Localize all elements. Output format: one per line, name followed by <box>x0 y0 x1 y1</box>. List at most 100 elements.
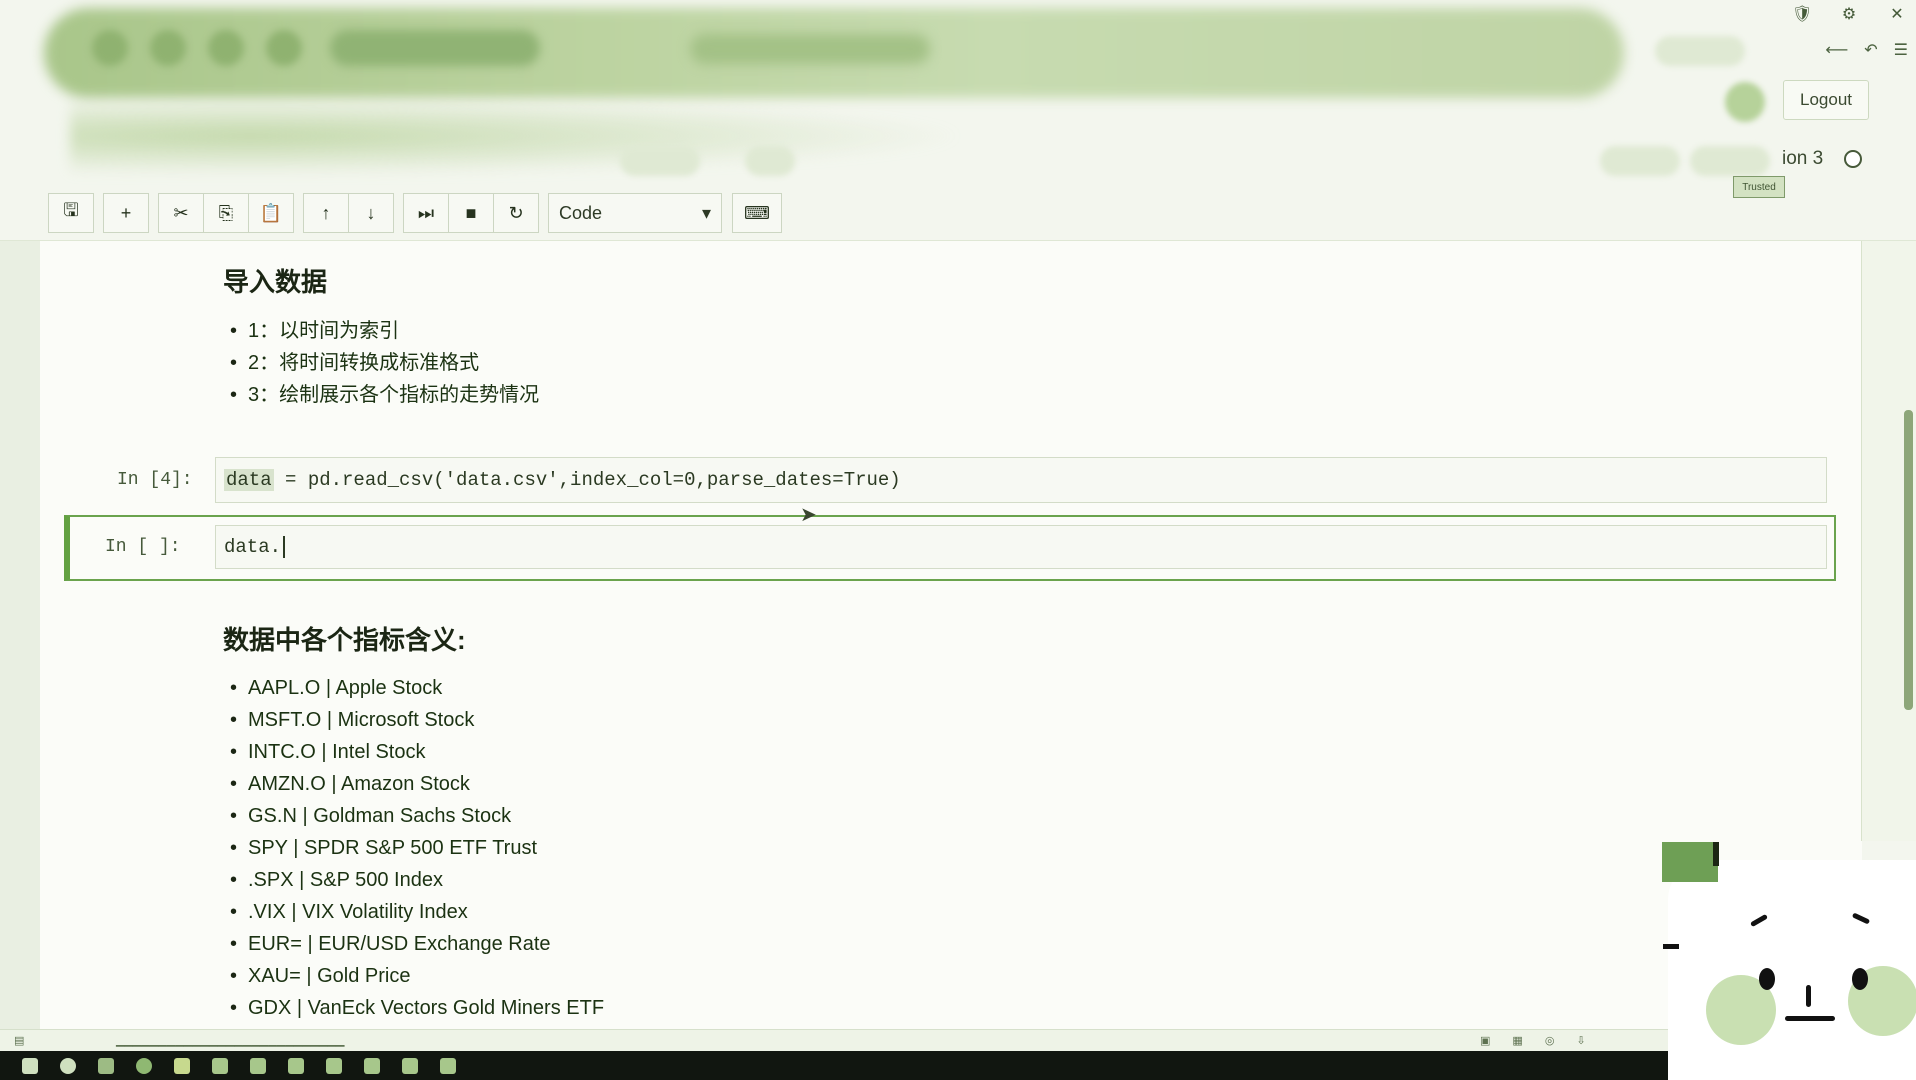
restart-icon: ↻ <box>508 202 524 223</box>
restart-button[interactable]: ↻ <box>493 193 539 233</box>
cell-prompt: In [4]: <box>117 470 193 490</box>
browser-icon[interactable] <box>136 1057 152 1074</box>
logout-button[interactable]: Logout <box>1783 80 1869 120</box>
menu-icon[interactable]: ☰ <box>1894 40 1908 60</box>
list-item: GDX | VanEck Vectors Gold Miners ETF <box>230 992 604 1024</box>
cell-type-select[interactable]: Code ▾ <box>548 193 722 233</box>
menu-blurred <box>620 146 700 176</box>
keyboard-icon: ⌨ <box>744 202 770 223</box>
list-item: EUR= | EUR/USD Exchange Rate <box>230 928 604 960</box>
app-icon[interactable] <box>212 1057 228 1074</box>
status-icon[interactable]: ▦ <box>1512 1034 1522 1047</box>
list-item: 1：以时间为索引 <box>230 315 539 347</box>
scissors-icon: ✂ <box>173 202 189 223</box>
app-icon[interactable] <box>402 1057 418 1074</box>
app-icon[interactable] <box>288 1057 304 1074</box>
menu-blurred <box>745 146 795 176</box>
arrow-up-icon: ↑ <box>321 202 331 223</box>
flag-icon <box>1662 842 1718 882</box>
task-view-icon[interactable] <box>98 1057 114 1074</box>
code-cell-editor[interactable]: data. <box>215 525 1827 569</box>
avatar[interactable] <box>1725 82 1765 122</box>
browser-address-blurred <box>330 30 540 66</box>
app-icon[interactable] <box>326 1057 342 1074</box>
list-item: 3：绘制展示各个指标的走势情况 <box>230 379 539 411</box>
status-icon[interactable]: ◎ <box>1545 1034 1555 1047</box>
mascot-mark <box>1663 944 1679 949</box>
mascot-nose <box>1806 985 1811 1007</box>
list-item: SPY | SPDR S&P 500 ETF Trust <box>230 832 604 864</box>
cell-type-value: Code <box>559 202 603 223</box>
list-item: 2：将时间转换成标准格式 <box>230 347 539 379</box>
copy-icon: ⎘ <box>218 202 234 223</box>
copy-button[interactable]: ⎘ <box>203 193 249 233</box>
mouse-pointer-icon: ➤ <box>800 504 817 526</box>
move-down-button[interactable]: ↓ <box>348 193 394 233</box>
browser-tabs-blurred <box>92 30 302 66</box>
cut-button[interactable]: ✂ <box>158 193 204 233</box>
browser-tool-icons: ⟵ ↶ ☰ <box>1825 40 1908 60</box>
selected-code: data <box>224 469 274 491</box>
browser-title-blurred <box>690 34 930 64</box>
arrow-down-icon: ↓ <box>366 202 376 223</box>
section-title-indicators: 数据中各个指标含义: <box>223 625 466 655</box>
status-bar: ▤ ▁▁▁▁▁▁▁▁▁▁▁▁▁▁▁▁▁▁▁▁▁▁▁▁▁▁▁ ▣ ▦ ◎ ⇩ <box>0 1029 1916 1051</box>
status-message-blurred: ▁▁▁▁▁▁▁▁▁▁▁▁▁▁▁▁▁▁▁▁▁▁▁▁▁▁▁ <box>116 1035 345 1047</box>
menu-blurred <box>1690 146 1770 176</box>
undo-icon[interactable]: ↶ <box>1864 40 1877 60</box>
chevron-down-icon: ▾ <box>701 202 711 223</box>
close-icon[interactable]: ✕ <box>1888 4 1906 24</box>
paste-button[interactable]: 📋 <box>248 193 294 233</box>
text-cursor <box>283 536 286 558</box>
status-icons: ▣ ▦ ◎ ⇩ <box>1480 1034 1586 1047</box>
move-up-button[interactable]: ↑ <box>303 193 349 233</box>
code-text: = pd.read_csv('data.csv',index_col=0,par… <box>273 469 901 491</box>
run-button[interactable]: ⏭ <box>403 193 449 233</box>
window-controls: 🛡 ⚙ ✕ <box>1792 4 1906 24</box>
trusted-badge[interactable]: Trusted <box>1733 176 1785 198</box>
menu-blurred <box>1600 146 1680 176</box>
app-icon[interactable] <box>250 1057 266 1074</box>
list-item: AAPL.O | Apple Stock <box>230 672 604 704</box>
list-item: GS.N | Goldman Sachs Stock <box>230 800 604 832</box>
status-icon[interactable]: ⇩ <box>1576 1034 1585 1047</box>
mascot-mouth <box>1785 1016 1835 1021</box>
app-icon[interactable] <box>440 1057 456 1074</box>
status-icon[interactable]: ▣ <box>1480 1034 1490 1047</box>
plus-icon: + <box>120 202 132 223</box>
start-icon[interactable] <box>22 1057 38 1074</box>
folder-icon[interactable] <box>174 1057 190 1074</box>
notebook-header-blurred <box>70 96 970 176</box>
kernel-name[interactable]: ion 3 <box>1782 148 1823 170</box>
status-icon: ▤ <box>14 1035 25 1047</box>
code-cell-editor[interactable]: data = pd.read_csv('data.csv',index_col=… <box>215 457 1827 503</box>
flag-pole <box>1713 842 1719 866</box>
list-item: INTC.O | Intel Stock <box>230 736 604 768</box>
app-icon[interactable] <box>364 1057 380 1074</box>
command-palette-button[interactable]: ⌨ <box>732 193 782 233</box>
list-item: XAU= | Gold Price <box>230 960 604 992</box>
code-text: data. <box>224 536 282 558</box>
os-taskbar <box>0 1051 1916 1080</box>
mascot-eye <box>1759 968 1775 990</box>
import-steps-list: 1：以时间为索引 2：将时间转换成标准格式 3：绘制展示各个指标的走势情况 <box>230 315 539 411</box>
search-icon[interactable] <box>60 1057 76 1074</box>
paste-icon: 📋 <box>259 202 283 223</box>
list-item: MSFT.O | Microsoft Stock <box>230 704 604 736</box>
user-blurred <box>1655 36 1745 66</box>
run-icon: ⏭ <box>417 202 435 223</box>
interrupt-button[interactable]: ■ <box>448 193 494 233</box>
kernel-status-icon <box>1844 150 1862 168</box>
add-cell-button[interactable]: + <box>103 193 149 233</box>
save-button[interactable]: 🖫 <box>48 193 94 233</box>
settings-icon[interactable]: ⚙ <box>1840 4 1858 24</box>
list-item: .VIX | VIX Volatility Index <box>230 896 604 928</box>
section-title-import-data: 导入数据 <box>223 267 328 297</box>
stop-icon: ■ <box>465 202 477 223</box>
mascot-eye <box>1852 968 1868 990</box>
notebook-toolbar: 🖫 + ✂ ⎘ 📋 ↑ ↓ ⏭ ■ ↻ Code ▾ ⌨ <box>48 193 782 233</box>
scrollbar-thumb[interactable] <box>1904 410 1913 710</box>
list-item: .SPX | S&P 500 Index <box>230 864 604 896</box>
back-icon[interactable]: ⟵ <box>1825 40 1848 60</box>
shield-icon[interactable]: 🛡 <box>1792 4 1812 24</box>
